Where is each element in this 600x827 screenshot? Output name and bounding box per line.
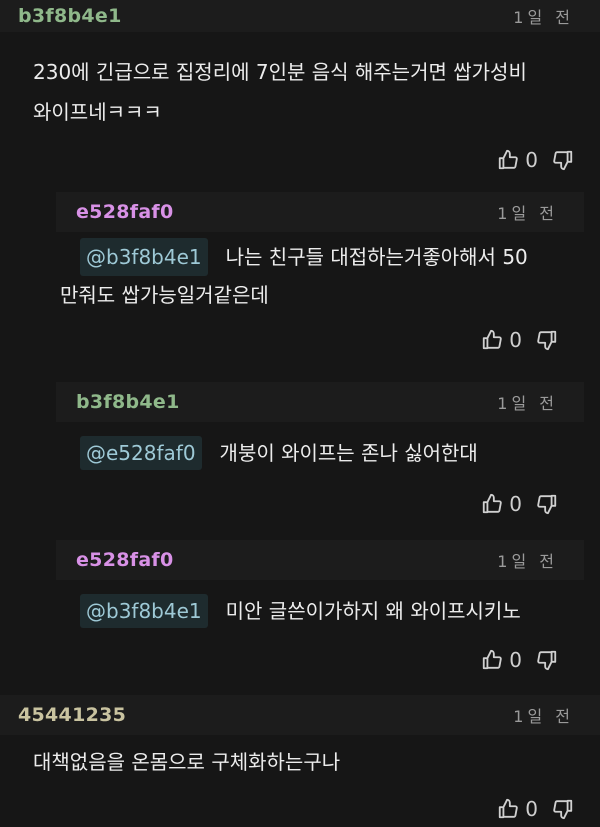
comment-text: 개붕이 와이프는 존나 싫어한대 [219,441,478,465]
thumbs-down-icon [552,149,574,171]
mention-link[interactable]: @b3f8b4e1 [80,594,208,628]
like-count: 0 [525,148,538,172]
comment-time: 1일 전 [497,394,558,413]
comment-text: 미안 글쓴이가하지 왜 와이프시키노 [225,599,521,623]
thumbs-up-icon [481,329,503,351]
comment-text-line: 와이프네ㅋㅋㅋ [33,100,162,124]
dislike-button[interactable] [552,149,574,171]
comment-body: @e528faf0 개붕이 와이프는 존나 싫어한대 [56,422,584,470]
comment-text-line: 230에 긴급으로 집정리에 7인분 음식 해주는거면 쌉가성비 [33,60,527,84]
comment: 45441235 1일 전 대책없음을 온몸으로 구체화하는구나 0 [0,695,600,827]
dislike-button[interactable] [536,649,558,671]
comment-author[interactable]: b3f8b4e1 [76,391,180,413]
comment-time: 1일 전 [513,707,574,726]
reply-comment: b3f8b4e1 1일 전 @e528faf0 개붕이 와이프는 존나 싫어한대 … [56,382,584,540]
thumbs-down-icon [536,493,558,515]
thumbs-up-icon [497,149,519,171]
thumbs-down-icon [552,798,574,820]
thumbs-down-icon [536,329,558,351]
comment-header: b3f8b4e1 1일 전 [56,382,584,422]
thumbs-up-icon [481,649,503,671]
comment-header: e528faf0 1일 전 [56,540,584,580]
comment-text-line: 만줘도 쌉가능일거같은데 [60,283,269,307]
comment-actions: 0 [0,140,600,180]
comment-author[interactable]: e528faf0 [76,201,174,223]
like-button[interactable]: 0 [481,648,522,672]
like-count: 0 [525,797,538,821]
comment-actions: 0 [56,640,584,680]
comment-body: @b3f8b4e1 미안 글쓴이가하지 왜 와이프시키노 [56,580,584,628]
mention-link[interactable]: @e528faf0 [80,436,202,470]
like-count: 0 [509,648,522,672]
mention-link[interactable]: @b3f8b4e1 [80,238,208,276]
comment-time: 1일 전 [513,8,574,27]
dislike-button[interactable] [536,493,558,515]
like-count: 0 [509,492,522,516]
comment-text: 나는 친구들 대접하는거좋아해서 50 [225,245,528,269]
reply-comment: e528faf0 1일 전 @b3f8b4e1 미안 글쓴이가하지 왜 와이프시키… [56,540,584,695]
thumbs-down-icon [536,649,558,671]
comment-body: 230에 긴급으로 집정리에 7인분 음식 해주는거면 쌉가성비 와이프네ㅋㅋㅋ [0,32,600,132]
comment-author[interactable]: 45441235 [18,704,126,726]
comment-body: 대책없음을 온몸으로 구체화하는구나 [0,735,600,779]
thumbs-up-icon [481,493,503,515]
comment-header: b3f8b4e1 1일 전 [0,0,600,32]
comment-body: @b3f8b4e1 나는 친구들 대접하는거좋아해서 50 만줘도 쌉가능일거같은… [56,232,584,314]
like-button[interactable]: 0 [481,492,522,516]
comment-text-line: 대책없음을 온몸으로 구체화하는구나 [33,750,341,774]
like-button[interactable]: 0 [497,797,538,821]
comment-header: 45441235 1일 전 [0,695,600,735]
comment-author[interactable]: e528faf0 [76,549,174,571]
comment: b3f8b4e1 1일 전 230에 긴급으로 집정리에 7인분 음식 해주는거… [0,0,600,192]
comment-header: e528faf0 1일 전 [56,192,584,232]
thumbs-up-icon [497,798,519,820]
comment-time: 1일 전 [497,204,558,223]
comment-actions: 0 [56,320,584,360]
comment-author[interactable]: b3f8b4e1 [18,5,122,27]
comment-time: 1일 전 [497,552,558,571]
like-button[interactable]: 0 [497,148,538,172]
like-count: 0 [509,328,522,352]
dislike-button[interactable] [552,798,574,820]
comment-actions: 0 [56,484,584,524]
reply-comment: e528faf0 1일 전 @b3f8b4e1 나는 친구들 대접하는거좋아해서 … [56,192,584,382]
comment-actions: 0 [0,789,600,827]
dislike-button[interactable] [536,329,558,351]
like-button[interactable]: 0 [481,328,522,352]
